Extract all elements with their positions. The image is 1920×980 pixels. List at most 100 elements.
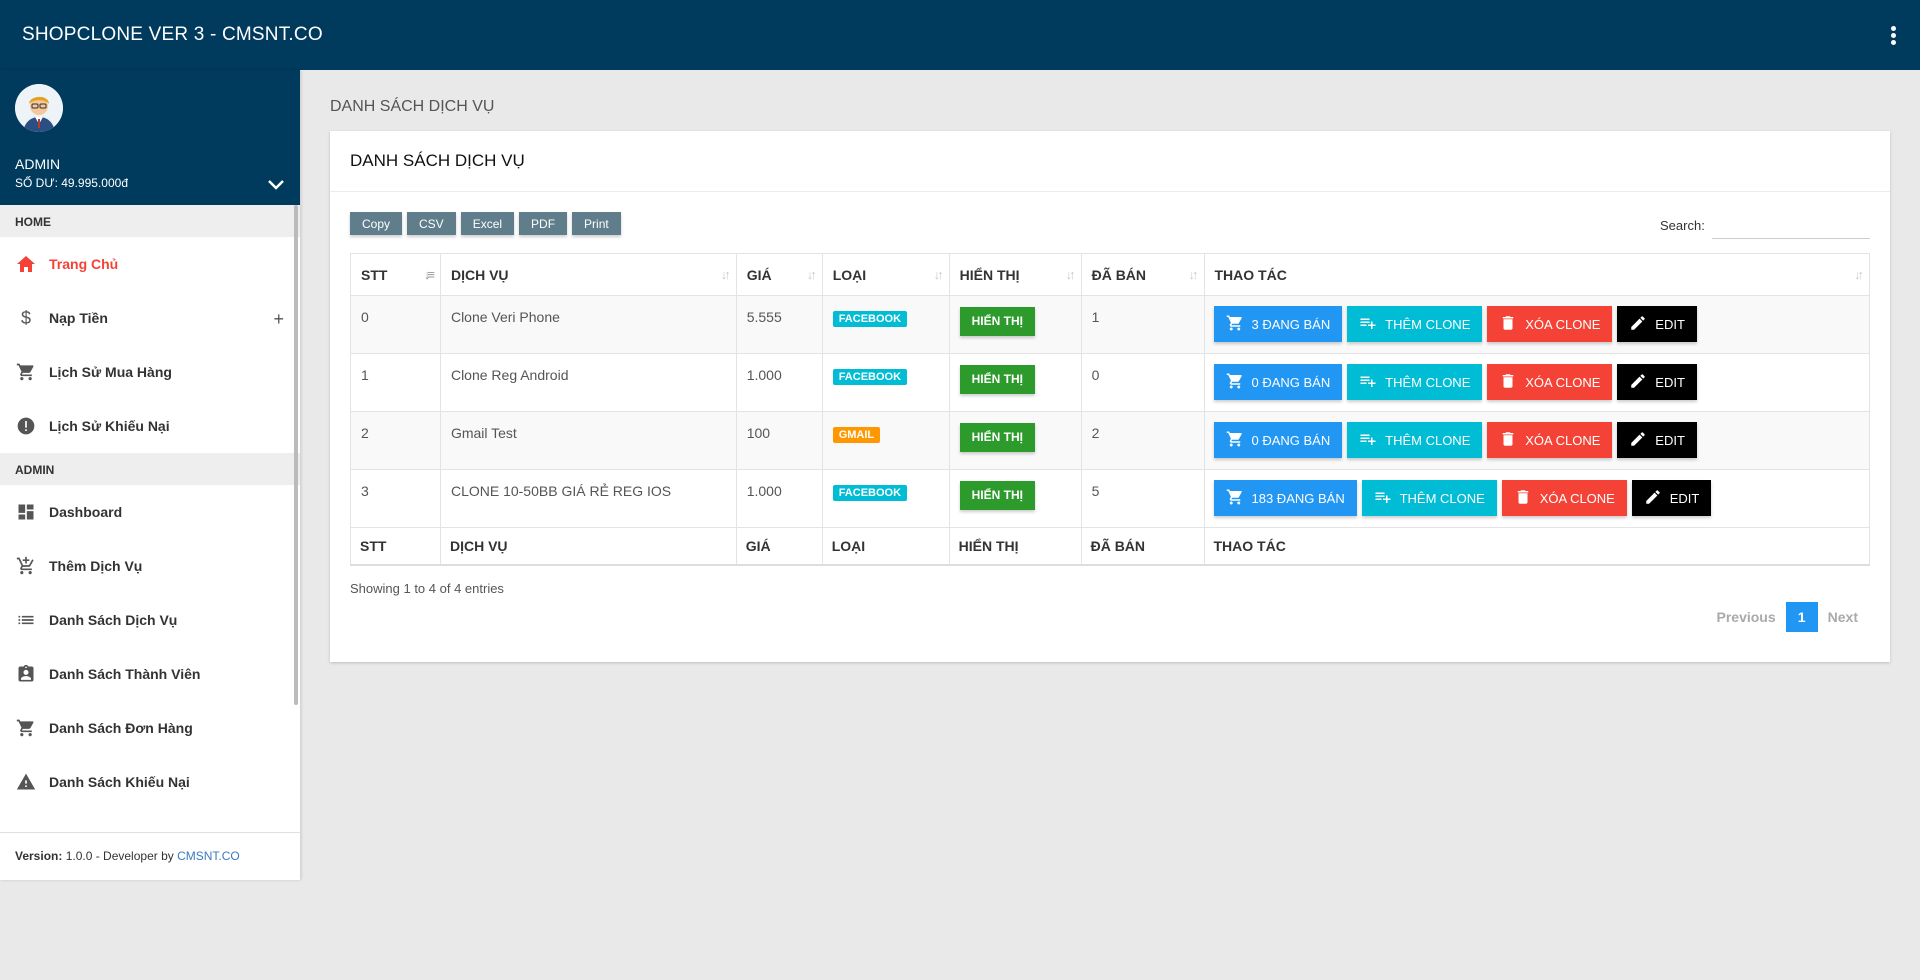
- avatar: [15, 84, 63, 132]
- playlist-add-icon: [1359, 372, 1385, 393]
- cell-type: GMAIL: [821, 411, 950, 470]
- footer-display: HIỂN THỊ: [948, 527, 1082, 566]
- delete-clone-button[interactable]: XÓA CLONE: [1501, 480, 1627, 516]
- cell-type: FACEBOOK: [821, 295, 950, 354]
- add-clone-label: THÊM CLONE: [1399, 490, 1485, 506]
- user-name: ADMIN: [15, 156, 61, 172]
- display-toggle-button[interactable]: HIỂN THỊ: [959, 481, 1035, 510]
- trash-icon: [1499, 430, 1525, 451]
- cell-actions: 183 ĐANG BÁN THÊM CLONE XÓA CLONE EDIT: [1203, 469, 1870, 528]
- display-toggle-button[interactable]: HIỂN THỊ: [959, 307, 1035, 336]
- developer-link[interactable]: CMSNT.CO: [177, 849, 240, 863]
- sidebar-item-complaint-list[interactable]: Danh Sách Khiếu Nại: [0, 755, 300, 809]
- add-clone-button[interactable]: THÊM CLONE: [1347, 422, 1483, 458]
- add-clone-button[interactable]: THÊM CLONE: [1347, 364, 1483, 400]
- chevron-down-icon[interactable]: [266, 178, 286, 192]
- selling-button[interactable]: 0 ĐANG BÁN: [1213, 422, 1343, 458]
- column-header-actions[interactable]: THAO TÁC ↓↑: [1203, 253, 1870, 296]
- next-page-button[interactable]: Next: [1828, 609, 1858, 625]
- sidebar-item-label: Danh Sách Dịch Vụ: [49, 612, 178, 628]
- column-header-display[interactable]: HIỂN THỊ ↓↑: [948, 253, 1082, 296]
- pencil-icon: [1629, 314, 1655, 335]
- add-clone-label: THÊM CLONE: [1385, 316, 1471, 332]
- user-info: ADMIN SỐ DƯ: 49.995.000đ: [0, 70, 300, 205]
- search-input[interactable]: [1712, 211, 1870, 239]
- sidebar-item-member-list[interactable]: Danh Sách Thành Viên: [0, 647, 300, 701]
- alert-circle-icon: [15, 415, 37, 437]
- sidebar-item-service-list[interactable]: Danh Sách Dịch Vụ: [0, 593, 300, 647]
- edit-label: EDIT: [1655, 374, 1685, 390]
- page-title: DANH SÁCH DỊCH VỤ: [330, 98, 495, 115]
- column-header-price[interactable]: GIÁ ↓↑: [735, 253, 823, 296]
- pdf-button[interactable]: PDF: [519, 212, 568, 235]
- playlist-add-icon: [1359, 430, 1385, 451]
- footer-sold: ĐÃ BÁN: [1080, 527, 1205, 566]
- copy-button[interactable]: Copy: [350, 212, 403, 235]
- cell-actions: 0 ĐANG BÁN THÊM CLONE XÓA CLONE EDIT: [1203, 411, 1870, 470]
- sidebar-item-order-list[interactable]: Danh Sách Đơn Hàng: [0, 701, 300, 755]
- export-buttons: Copy CSV Excel PDF Print: [350, 212, 621, 235]
- sidebar-scrollbar[interactable]: [294, 205, 298, 705]
- csv-button[interactable]: CSV: [407, 212, 456, 235]
- column-header-stt[interactable]: STT ↓≡: [350, 253, 441, 296]
- edit-button[interactable]: EDIT: [1617, 364, 1697, 400]
- sort-icon: ↓↑: [720, 267, 731, 282]
- sidebar-item-label: Danh Sách Đơn Hàng: [49, 720, 193, 736]
- page-1-button[interactable]: 1: [1785, 602, 1818, 632]
- previous-page-button[interactable]: Previous: [1717, 609, 1776, 625]
- sidebar-item-dashboard[interactable]: Dashboard: [0, 485, 300, 539]
- table-row: 2 Gmail Test 100 GMAIL HIỂN THỊ 2 0 ĐANG BÁN T…: [350, 411, 1870, 470]
- type-badge: FACEBOOK: [832, 485, 908, 501]
- column-header-sold[interactable]: ĐÃ BÁN ↓↑: [1080, 253, 1205, 296]
- print-button[interactable]: Print: [572, 212, 621, 235]
- type-badge: FACEBOOK: [832, 311, 908, 327]
- column-header-service[interactable]: DỊCH VỤ ↓↑: [439, 253, 737, 296]
- version-text: 1.0.0 - Developer by: [62, 849, 178, 863]
- cart-icon: [15, 717, 37, 739]
- selling-button[interactable]: 0 ĐANG BÁN: [1213, 364, 1343, 400]
- more-vert-icon[interactable]: [1888, 26, 1898, 48]
- cell-display: HIỂN THỊ: [948, 353, 1082, 412]
- trash-icon: [1499, 372, 1525, 393]
- display-toggle-button[interactable]: HIỂN THỊ: [959, 365, 1035, 394]
- sort-icon: ↓↑: [1854, 267, 1864, 282]
- sort-icon: ↓≡: [423, 267, 435, 282]
- delete-clone-button[interactable]: XÓA CLONE: [1487, 422, 1613, 458]
- edit-button[interactable]: EDIT: [1617, 306, 1697, 342]
- version-label: Version:: [15, 849, 63, 863]
- sidebar-item-deposit[interactable]: $ Nạp Tiền +: [0, 291, 300, 345]
- pencil-icon: [1644, 488, 1670, 509]
- delete-clone-label: XÓA CLONE: [1525, 374, 1601, 390]
- cell-price: 1.000: [735, 469, 823, 528]
- user-balance: SỐ DƯ: 49.995.000đ: [15, 176, 128, 190]
- table-row: 3 CLONE 10-50BB GIÁ RẺ REG IOS 1.000 FACEBO…: [350, 469, 1870, 528]
- cell-sold: 5: [1080, 469, 1205, 528]
- column-header-type[interactable]: LOẠI ↓↑: [821, 253, 950, 296]
- sidebar-item-complaint-history[interactable]: Lịch Sử Khiếu Nại: [0, 399, 300, 453]
- services-table: STT ↓≡ DỊCH VỤ ↓↑ GIÁ ↓↑ LOẠI ↓↑ HIỂN THỊ ↓↑ …: [350, 253, 1870, 566]
- dashboard-icon: [15, 501, 37, 523]
- delete-clone-button[interactable]: XÓA CLONE: [1487, 364, 1613, 400]
- display-toggle-button[interactable]: HIỂN THỊ: [959, 423, 1035, 452]
- list-icon: [15, 609, 37, 631]
- sidebar-item-add-service[interactable]: Thêm Dịch Vụ: [0, 539, 300, 593]
- table-body: 0 Clone Veri Phone 5.555 FACEBOOK HIỂN THỊ 1 3…: [350, 295, 1870, 528]
- add-clone-button[interactable]: THÊM CLONE: [1347, 306, 1483, 342]
- delete-clone-button[interactable]: XÓA CLONE: [1487, 306, 1613, 342]
- sidebar-item-purchase-history[interactable]: Lịch Sử Mua Hàng: [0, 345, 300, 399]
- sidebar-item-home[interactable]: Trang Chủ: [0, 237, 300, 291]
- expand-plus-icon[interactable]: +: [273, 309, 284, 330]
- dollar-icon: $: [20, 307, 31, 328]
- cart-plus-icon: [15, 555, 37, 577]
- table-row: 0 Clone Veri Phone 5.555 FACEBOOK HIỂN THỊ 1 3…: [350, 295, 1870, 354]
- edit-button[interactable]: EDIT: [1617, 422, 1697, 458]
- selling-button[interactable]: 183 ĐANG BÁN: [1213, 480, 1357, 516]
- sidebar-item-label: Lịch Sử Khiếu Nại: [49, 418, 170, 434]
- selling-button[interactable]: 3 ĐANG BÁN: [1213, 306, 1343, 342]
- edit-button[interactable]: EDIT: [1631, 480, 1712, 516]
- excel-button[interactable]: Excel: [460, 212, 515, 235]
- sidebar-item-label: Danh Sách Thành Viên: [49, 666, 201, 682]
- add-clone-button[interactable]: THÊM CLONE: [1361, 480, 1497, 516]
- edit-label: EDIT: [1655, 432, 1685, 448]
- cell-service: Clone Veri Phone: [439, 295, 737, 354]
